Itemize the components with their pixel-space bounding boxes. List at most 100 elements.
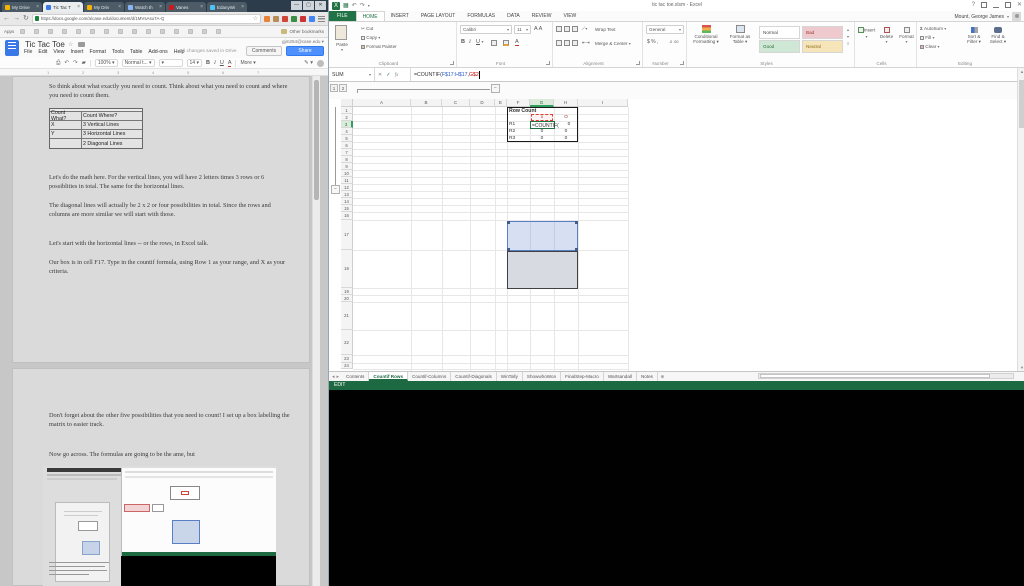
- paste-button[interactable]: Paste▾: [329, 42, 355, 52]
- italic-button[interactable]: I: [214, 60, 216, 66]
- extension-icon[interactable]: [300, 16, 306, 22]
- row-header-16[interactable]: 16: [341, 212, 353, 220]
- menu-view[interactable]: View: [53, 49, 64, 55]
- italic-button[interactable]: I: [469, 39, 471, 45]
- row-header-14[interactable]: 14: [341, 198, 353, 205]
- apps-label[interactable]: Apps: [4, 29, 14, 34]
- scroll-down-icon[interactable]: ▼: [1019, 365, 1024, 370]
- currency-percent-comma-icons[interactable]: $ % ,: [647, 39, 658, 45]
- bordered-box-F18-H18[interactable]: [507, 251, 578, 289]
- extension-icon[interactable]: [282, 16, 288, 22]
- autosum-button[interactable]: Σ AutoSum ▾: [920, 26, 946, 31]
- minimize-button[interactable]: [993, 2, 999, 8]
- sheet-tab-finalstep-macro[interactable]: FinalStep-Macro: [561, 372, 604, 381]
- insert-function-icon[interactable]: fx: [395, 72, 399, 78]
- menu-file[interactable]: File: [24, 49, 32, 55]
- share-button[interactable]: Share: [286, 46, 324, 56]
- sheet-tab-wintally[interactable]: WinTally: [497, 372, 523, 381]
- redo-icon[interactable]: ↷: [73, 60, 78, 66]
- outline-level-button-1[interactable]: 1: [330, 84, 338, 92]
- move-folder-icon[interactable]: [78, 42, 85, 47]
- cell-H5[interactable]: 0: [554, 136, 578, 141]
- tab-close-icon[interactable]: ×: [241, 4, 244, 10]
- conditional-formatting-button[interactable]: ConditionalFormatting ▾: [689, 25, 723, 45]
- column-header-G[interactable]: G: [530, 99, 554, 107]
- star-icon[interactable]: ☆: [68, 41, 73, 48]
- person-icon[interactable]: [317, 60, 324, 67]
- close-button[interactable]: ✕: [1017, 1, 1022, 8]
- menu-table[interactable]: Table: [130, 49, 142, 55]
- ribbon-tab-review[interactable]: REVIEW: [526, 11, 558, 21]
- extension-icon[interactable]: [264, 16, 270, 22]
- grow-shrink-font-buttons[interactable]: A A: [534, 26, 542, 32]
- ribbon-tab-view[interactable]: VIEW: [557, 11, 582, 21]
- font-color-icon[interactable]: A: [515, 39, 519, 46]
- font-size-select[interactable]: 14 ▾: [187, 59, 202, 67]
- fill-color-icon[interactable]: [503, 40, 509, 46]
- align-top-icon[interactable]: [556, 26, 562, 32]
- row-header-17[interactable]: 17: [341, 220, 353, 250]
- extension-icon[interactable]: [273, 16, 279, 22]
- tab-close-icon[interactable]: ×: [77, 4, 80, 10]
- text-color-button[interactable]: A: [228, 60, 232, 67]
- bookmark-item[interactable]: [118, 29, 123, 34]
- scrollbar-thumb[interactable]: [760, 374, 990, 378]
- delete-cells-button[interactable]: Delete▾: [877, 27, 896, 44]
- ribbon-tab-data[interactable]: DATA: [501, 11, 526, 21]
- cell-H3[interactable]: 0: [560, 122, 578, 127]
- decimal-icons[interactable]: .0 .00: [669, 40, 679, 44]
- row-header-6[interactable]: 6: [341, 142, 353, 149]
- extension-icon[interactable]: [309, 16, 315, 22]
- cell-G5[interactable]: 0: [530, 136, 554, 141]
- docs-scrollbar[interactable]: [312, 76, 320, 586]
- doc-page-1[interactable]: So think about what exactly you need to …: [12, 76, 310, 363]
- bookmark-item[interactable]: [174, 29, 179, 34]
- row-header-18[interactable]: 18: [341, 250, 353, 288]
- font-name-select[interactable]: Calibri▾: [460, 25, 512, 34]
- browser-tab[interactable]: Watch th×: [125, 2, 165, 12]
- paint-format-icon[interactable]: ▰: [82, 60, 86, 66]
- save-status[interactable]: All changes saved in Drive: [180, 49, 237, 54]
- font-size-select[interactable]: 11▾: [514, 25, 531, 34]
- collapse-row-group-button[interactable]: −: [331, 185, 340, 194]
- copy-button[interactable]: Copy ▾: [361, 35, 380, 40]
- cell-H2[interactable]: O: [554, 115, 578, 120]
- cell-style-bad[interactable]: Bad: [802, 26, 843, 39]
- browser-tab[interactable]: My Drive×: [2, 2, 42, 12]
- editing-mode-button[interactable]: ✎ ▾: [304, 60, 313, 66]
- cell-F4[interactable]: R2: [509, 129, 515, 134]
- menu-insert[interactable]: Insert: [70, 49, 83, 55]
- align-bottom-icon[interactable]: [572, 26, 578, 32]
- bookmark-item[interactable]: [160, 29, 165, 34]
- reload-icon[interactable]: ↻: [23, 14, 29, 24]
- sheet-tab-contents[interactable]: Contents: [342, 372, 369, 381]
- ribbon-tab-insert[interactable]: INSERT: [385, 11, 415, 21]
- cell-G2[interactable]: x: [531, 115, 553, 120]
- borders-icon[interactable]: [491, 40, 497, 46]
- extension-icon[interactable]: [291, 16, 297, 22]
- column-header-A[interactable]: A: [353, 99, 411, 107]
- indent-icons[interactable]: ⇤⇥: [582, 40, 590, 46]
- align-left-icon[interactable]: [556, 40, 562, 46]
- cell-G4[interactable]: 0: [530, 129, 554, 134]
- outline-level-button-2[interactable]: 2: [339, 84, 347, 92]
- underline-button[interactable]: U: [220, 60, 224, 66]
- bookmark-item[interactable]: [34, 29, 39, 34]
- close-button[interactable]: ✕: [315, 1, 326, 10]
- dialog-launcher-icon[interactable]: [680, 61, 684, 65]
- gallery-scroll-icons[interactable]: ▴▾≡: [847, 26, 849, 48]
- row-header-21[interactable]: 21: [341, 302, 353, 330]
- row-header-22[interactable]: 22: [341, 330, 353, 355]
- column-header-D[interactable]: D: [470, 99, 495, 107]
- enter-icon[interactable]: ✓: [386, 72, 390, 78]
- sort-filter-button[interactable]: Sort &Filter ▾: [963, 27, 985, 45]
- align-center-icon[interactable]: [564, 40, 570, 46]
- bookmark-item[interactable]: [188, 29, 193, 34]
- bold-button[interactable]: B: [206, 60, 210, 66]
- bookmark-item[interactable]: [48, 29, 53, 34]
- sheet-nav-left-icon[interactable]: ◂: [332, 374, 335, 380]
- cell-F5[interactable]: R3: [509, 136, 515, 141]
- fill-button[interactable]: Fill ▾: [920, 35, 934, 40]
- bookmark-item[interactable]: [216, 29, 221, 34]
- tab-close-icon[interactable]: ×: [118, 4, 121, 10]
